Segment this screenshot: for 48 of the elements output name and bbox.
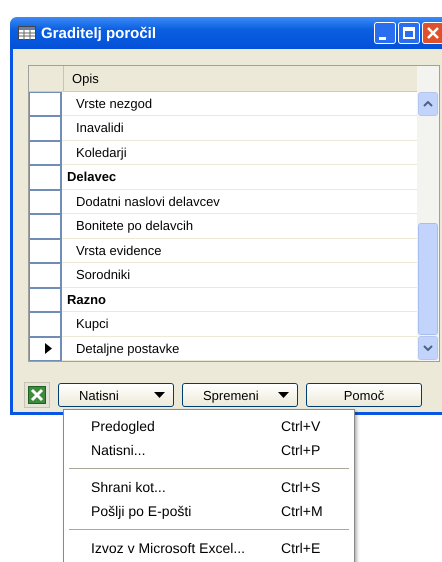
menu-item-label: Shrani kot... — [90, 479, 167, 495]
menu-item[interactable]: Izvoz v Microsoft Excel... Ctrl+E — [67, 536, 351, 560]
close-button[interactable] — [422, 22, 442, 44]
action-button[interactable]: Pomoč — [306, 383, 422, 407]
table-cell[interactable]: Kupci — [62, 312, 417, 337]
minimize-icon — [378, 36, 386, 40]
scroll-thumb[interactable] — [418, 223, 438, 335]
menu-item-label: Predogled — [90, 418, 156, 434]
table-cell[interactable]: Razno — [62, 288, 417, 312]
caret-icon — [154, 392, 165, 398]
caret-icon — [278, 392, 289, 398]
menu-item[interactable]: Natisni... Ctrl+P — [67, 438, 351, 462]
table-cell[interactable]: Vrsta evidence — [62, 238, 417, 264]
window-title: Graditelj poročil — [41, 24, 158, 42]
action-button[interactable]: Natisni — [58, 383, 174, 407]
shortcut-label: Ctrl+P — [281, 442, 320, 458]
table-icon — [18, 26, 36, 40]
close-icon — [427, 27, 439, 39]
shortcut-label: Ctrl+V — [281, 418, 320, 434]
table-cell[interactable]: Koledarji — [62, 140, 417, 166]
shortcut-label: Ctrl+E — [281, 540, 320, 556]
menu-item-label: Natisni... — [90, 442, 146, 458]
table-cell[interactable]: Delavec — [62, 165, 417, 190]
scroll-down-button[interactable] — [418, 336, 438, 360]
table-cell[interactable]: Vrste nezgod — [62, 92, 417, 116]
menu-item[interactable]: Shrani kot... Ctrl+S — [67, 475, 351, 499]
table-cell[interactable]: Dodatni naslovi delavcev — [62, 190, 417, 214]
table-cell[interactable]: Detaljne postavke — [62, 336, 417, 361]
shortcut-label: Ctrl+M — [281, 503, 323, 519]
menu-item[interactable]: Pošlji po E-pošti Ctrl+M — [67, 499, 351, 523]
menu-item-label: Izvoz v Microsoft Excel... — [90, 540, 246, 556]
maximize-icon — [403, 27, 415, 39]
menu-item[interactable]: Predogled Ctrl+V — [67, 414, 351, 438]
chevron-down-icon — [423, 345, 433, 351]
current-row-icon — [45, 343, 52, 354]
minimize-button[interactable] — [374, 22, 396, 44]
row-selector[interactable] — [29, 336, 62, 361]
maximize-button[interactable] — [398, 22, 420, 44]
table-cell[interactable]: Inavalidi — [62, 116, 417, 141]
chevron-up-icon — [423, 101, 433, 107]
table-cell[interactable]: Sorodniki — [62, 263, 417, 288]
spreadsheet-icon[interactable] — [24, 382, 50, 408]
scroll-up-button[interactable] — [418, 92, 438, 116]
shortcut-label: Ctrl+S — [281, 479, 320, 495]
table-cell[interactable]: Bonitete po delavcih — [62, 214, 417, 239]
scrollbar[interactable] — [417, 66, 439, 361]
menu-item-label: Pošlji po E-pošti — [90, 503, 192, 519]
action-button[interactable]: Spremeni — [182, 383, 298, 407]
